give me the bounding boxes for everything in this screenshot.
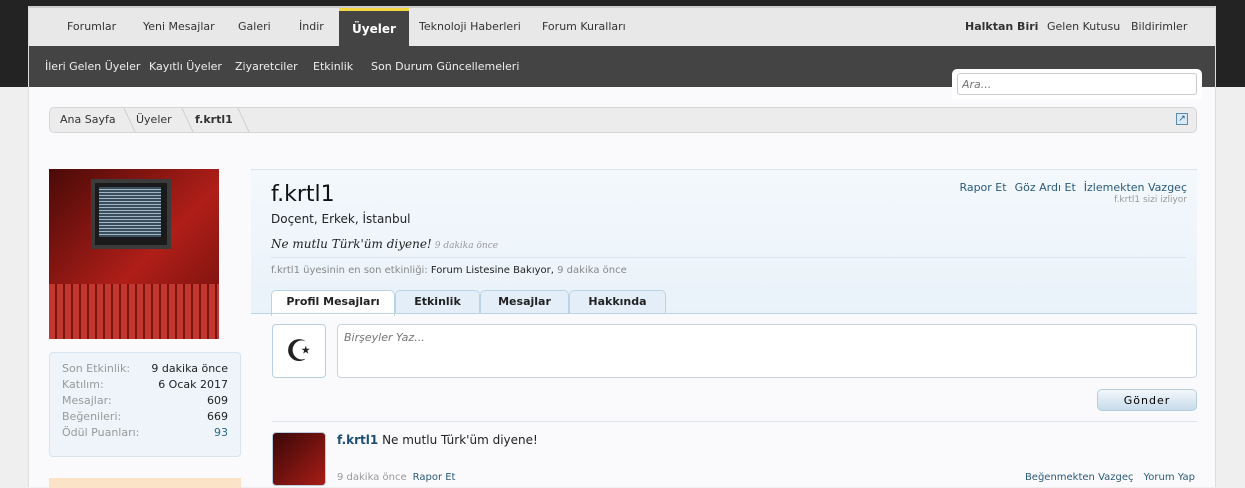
last-activity-time: 9 dakika önce bbox=[557, 265, 627, 276]
tab-forum-kurallari[interactable]: Forum Kuralları bbox=[542, 8, 626, 48]
tab-teknoloji-haberleri[interactable]: Teknoloji Haberleri bbox=[419, 8, 521, 48]
tab-uyeler[interactable]: Üyeler bbox=[339, 8, 409, 48]
search-box bbox=[952, 69, 1202, 99]
breadcrumb: Ana Sayfa Üyeler f.krtl1 ↗ bbox=[49, 107, 1197, 133]
main-nav: Forumlar Yeni Mesajlar Galeri İndir Üyel… bbox=[29, 6, 1215, 48]
stat-label: Son Etkinlik: bbox=[62, 362, 131, 375]
current-user-avatar[interactable]: ☪ bbox=[272, 324, 326, 378]
stat-label: Katılım: bbox=[62, 378, 104, 391]
last-activity-text: Forum Listesine Bakıyor, bbox=[430, 265, 554, 276]
avatar-image-screen bbox=[99, 187, 161, 237]
tab-mesajlar[interactable]: Mesajlar bbox=[480, 290, 569, 314]
divider bbox=[271, 257, 1186, 258]
user-menu[interactable]: Halktan Biri bbox=[965, 8, 1038, 48]
tab-yeni-mesajlar[interactable]: Yeni Mesajlar bbox=[143, 8, 215, 48]
post-report-link[interactable]: Rapor Et bbox=[413, 472, 456, 483]
stat-row: Beğenileri: 669 bbox=[62, 410, 228, 426]
tab-etkinlik[interactable]: Etkinlik bbox=[395, 290, 480, 314]
inbox-link[interactable]: Gelen Kutusu bbox=[1047, 8, 1120, 48]
stat-value: 669 bbox=[207, 410, 228, 423]
stat-value[interactable]: 609 bbox=[207, 394, 228, 410]
profile-message-input[interactable] bbox=[337, 324, 1197, 378]
last-activity-label: f.krtl1 üyesinin en son etkinliği: bbox=[271, 265, 428, 276]
sidebar-block bbox=[49, 478, 241, 488]
breadcrumb-home[interactable]: Ana Sayfa bbox=[60, 108, 116, 132]
subnav-son-durum[interactable]: Son Durum Güncellemeleri bbox=[371, 46, 519, 87]
comment-link[interactable]: Yorum Yap bbox=[1144, 472, 1195, 483]
subnav-ileri-gelen[interactable]: İleri Gelen Üyeler bbox=[45, 46, 140, 87]
status-text: Ne mutlu Türk'üm diyene! bbox=[271, 237, 432, 251]
post-meta: 9 dakika önce Rapor Et bbox=[337, 472, 455, 483]
tab-galeri[interactable]: Galeri bbox=[238, 8, 271, 48]
subnav-etkinlik[interactable]: Etkinlik bbox=[313, 46, 353, 87]
stat-value: 9 dakika önce bbox=[151, 362, 228, 375]
stat-value: 6 Ocak 2017 bbox=[158, 378, 228, 391]
post-author-link[interactable]: f.krtl1 bbox=[337, 433, 378, 447]
report-link[interactable]: Rapor Et bbox=[959, 181, 1006, 194]
status-time: 9 dakika önce bbox=[434, 241, 499, 251]
tab-hakkinda[interactable]: Hakkında bbox=[569, 290, 666, 314]
stat-label: Beğenileri: bbox=[62, 410, 122, 423]
profile-post: f.krtl1 Ne mutlu Türk'üm diyene! bbox=[337, 433, 538, 447]
profile-avatar[interactable] bbox=[49, 169, 219, 339]
stat-row: Mesajlar: 609 bbox=[62, 394, 228, 410]
post-time[interactable]: 9 dakika önce bbox=[337, 472, 407, 483]
ignore-link[interactable]: Göz Ardı Et bbox=[1015, 181, 1076, 194]
watching-note: f.krtl1 sizi izliyor bbox=[1114, 195, 1187, 205]
tab-indir[interactable]: İndir bbox=[299, 8, 324, 48]
member-stats: Son Etkinlik: 9 dakika önce Katılım: 6 Oca… bbox=[49, 352, 241, 457]
page: Forumlar Yeni Mesajlar Galeri İndir Üyel… bbox=[28, 6, 1216, 488]
stat-row: Son Etkinlik: 9 dakika önce bbox=[62, 362, 228, 378]
tab-forumlar[interactable]: Forumlar bbox=[67, 8, 116, 48]
alerts-link[interactable]: Bildirimler bbox=[1131, 8, 1187, 48]
profile-header: f.krtl1 Doçent, Erkek, İstanbul Ne mutlu… bbox=[251, 169, 1197, 316]
breadcrumb-members[interactable]: Üyeler bbox=[136, 108, 172, 132]
post-author-avatar[interactable] bbox=[272, 432, 326, 486]
popout-icon[interactable]: ↗ bbox=[1176, 113, 1188, 125]
stat-row: Ödül Puanları: 93 bbox=[62, 426, 228, 442]
profile-username: f.krtl1 bbox=[271, 182, 335, 207]
stat-label: Ödül Puanları: bbox=[62, 426, 140, 439]
profile-actions: Rapor Et Göz Ardı Et İzlemekten Vazgeç f.k… bbox=[951, 181, 1187, 205]
last-activity: f.krtl1 üyesinin en son etkinliği: Forum… bbox=[271, 265, 627, 276]
unlike-link[interactable]: Beğenmekten Vazgeç bbox=[1025, 472, 1134, 483]
search-input[interactable] bbox=[957, 73, 1197, 95]
breadcrumb-separator bbox=[168, 108, 194, 132]
divider bbox=[272, 421, 1197, 422]
post-actions: Beğenmekten Vazgeç Yorum Yap bbox=[1015, 472, 1195, 483]
tab-divider bbox=[251, 313, 1197, 314]
post-text: Ne mutlu Türk'üm diyene! bbox=[382, 433, 538, 447]
send-button[interactable]: Gönder bbox=[1097, 389, 1197, 411]
subnav-kayitli[interactable]: Kayıtlı Üyeler bbox=[149, 46, 222, 87]
stat-row: Katılım: 6 Ocak 2017 bbox=[62, 378, 228, 394]
stat-value[interactable]: 93 bbox=[214, 426, 228, 442]
stat-label: Mesajlar: bbox=[62, 394, 112, 407]
unwatch-link[interactable]: İzlemekten Vazgeç bbox=[1084, 181, 1187, 194]
profile-user-title: Doçent, Erkek, İstanbul bbox=[271, 212, 411, 226]
profile-status: Ne mutlu Türk'üm diyene! 9 dakika önce bbox=[271, 237, 498, 251]
avatar-image-keyboard bbox=[49, 284, 219, 339]
subnav-ziyaretciler[interactable]: Ziyaretciler bbox=[235, 46, 298, 87]
